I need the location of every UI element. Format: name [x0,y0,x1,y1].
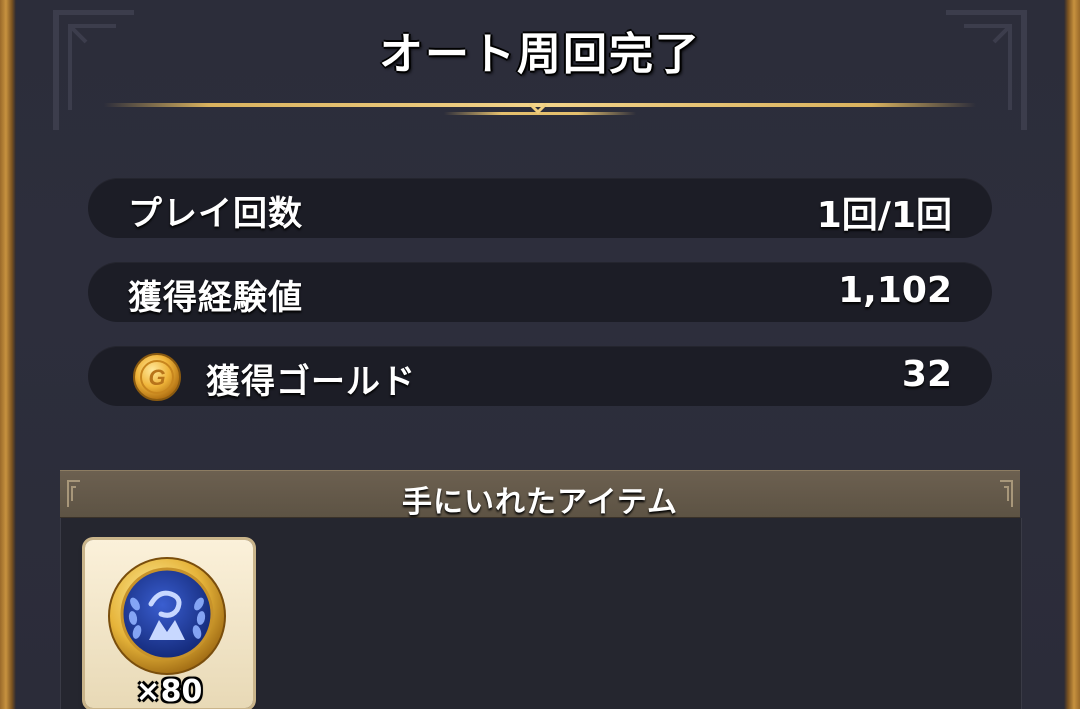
stat-label: 獲得ゴールド [206,362,416,402]
stat-value: 1,102 [838,270,952,311]
stat-label: プレイ回数 [128,194,303,234]
stat-label: 獲得経験値 [128,278,303,318]
svg-text:G: G [148,365,165,390]
item-quantity: ×80 [135,674,203,709]
stat-value: 1回/1回 [816,195,952,236]
stat-value: 32 [901,354,952,395]
result-panel: オート周回完了 プレイ回数 1回/1回 獲得経験値 1,102 G 獲得ゴールド… [16,0,1064,709]
page-title: オート周回完了 [379,29,701,80]
item-card[interactable]: ×80 [85,540,253,709]
items-section-header: 手にいれたアイテム [60,470,1020,520]
stat-row-gold: G 獲得ゴールド 32 [88,346,992,406]
gold-coin-icon: G [133,353,181,401]
stat-row-exp: 獲得経験値 1,102 [88,262,992,322]
items-section-title: 手にいれたアイテム [402,485,678,520]
blue-medal-icon [108,557,226,675]
header-ornament-right [1000,480,1013,507]
stat-row-play-count: プレイ回数 1回/1回 [88,178,992,238]
divider-diamond-icon [528,102,548,115]
items-list: ×80 [60,518,1022,709]
